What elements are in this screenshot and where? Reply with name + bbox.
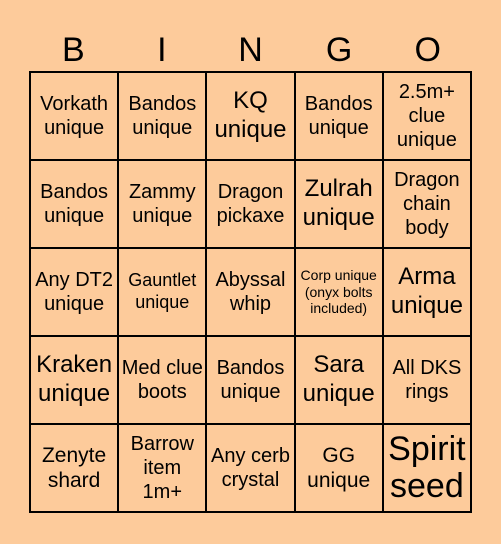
bingo-cell[interactable]: Bandos unique	[207, 337, 294, 423]
bingo-cell[interactable]: Bandos unique	[31, 161, 118, 247]
bingo-cell[interactable]: Spirit seed	[383, 425, 470, 511]
bingo-cell[interactable]: Bandos unique	[119, 73, 206, 159]
bingo-cell[interactable]: Sara unique	[295, 337, 382, 423]
header-letter-b: B	[61, 31, 85, 69]
bingo-cell[interactable]: Zenyte shard	[31, 425, 118, 511]
bingo-cell[interactable]: All DKS rings	[383, 337, 470, 423]
bingo-cell[interactable]: Gauntlet unique	[119, 249, 206, 335]
header-letter-i: I	[157, 31, 167, 69]
bingo-cell[interactable]: Med clue boots	[119, 337, 206, 423]
bingo-cell[interactable]: Corp unique (onyx bolts included)	[295, 249, 382, 335]
bingo-cell[interactable]: Kraken unique	[31, 337, 118, 423]
bingo-cell[interactable]: 2.5m+ clue unique	[383, 73, 470, 159]
bingo-card: Vorkath unique Bandos unique KQ unique B…	[29, 71, 472, 513]
bingo-cell[interactable]: Barrow item 1m+	[119, 425, 206, 511]
header-letter-n: N	[238, 31, 263, 69]
bingo-cell[interactable]: Any cerb crystal	[207, 425, 294, 511]
bingo-cell[interactable]: KQ unique	[207, 73, 294, 159]
bingo-cell[interactable]: Abyssal whip	[207, 249, 294, 335]
bingo-cell[interactable]: Zulrah unique	[295, 161, 382, 247]
bingo-cell[interactable]: GG unique	[295, 425, 382, 511]
header-letter-g: G	[325, 31, 353, 69]
bingo-cell[interactable]: Dragon pickaxe	[207, 161, 294, 247]
bingo-cell[interactable]: Arma unique	[383, 249, 470, 335]
header-letter-o: O	[414, 31, 441, 69]
bingo-cell[interactable]: Vorkath unique	[31, 73, 118, 159]
bingo-cell[interactable]: Zammy unique	[119, 161, 206, 247]
bingo-cell[interactable]: Dragon chain body	[383, 161, 470, 247]
bingo-cell[interactable]: Any DT2 unique	[31, 249, 118, 335]
bingo-header: B I N G O	[29, 30, 472, 70]
bingo-cell[interactable]: Bandos unique	[295, 73, 382, 159]
